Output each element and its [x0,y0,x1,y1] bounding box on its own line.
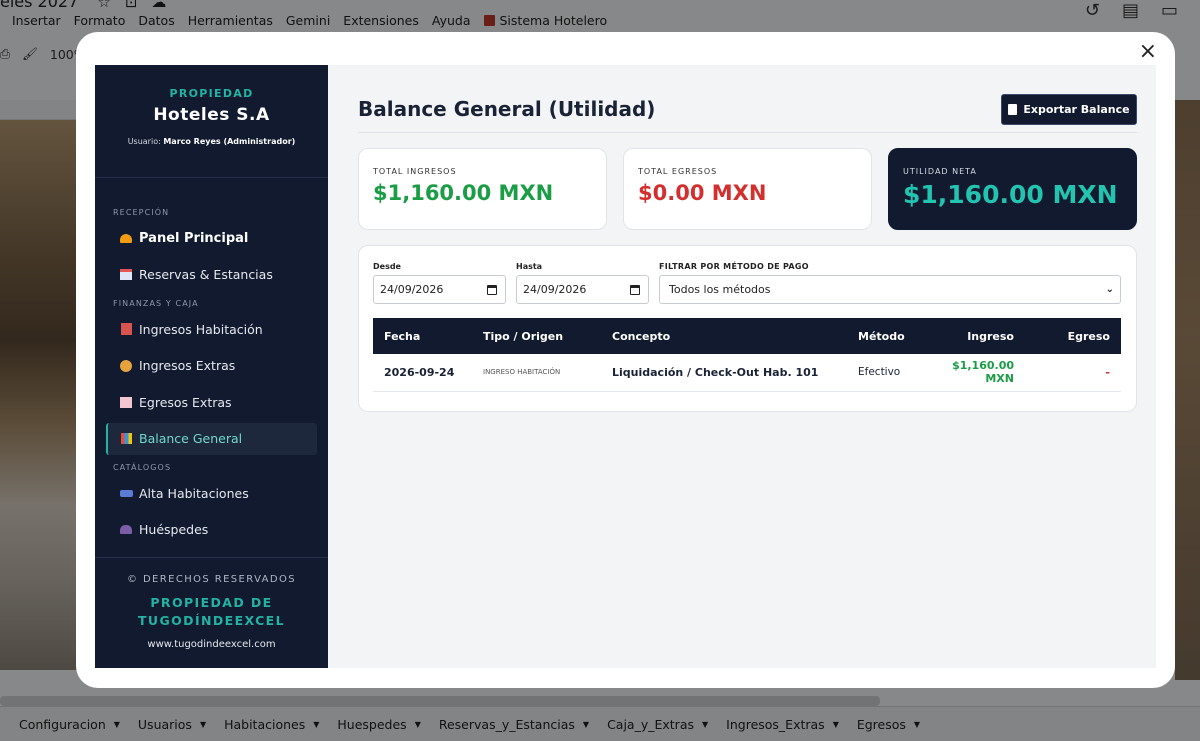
section-reception: RECEPCIÓN [113,208,170,217]
sidebar-item-ingresos-habitacion[interactable]: Ingresos Habitación [106,313,317,345]
copyright: © DERECHOS RESERVADOS [126,574,297,585]
sidebar-item-balance-general[interactable]: Balance General [106,422,317,455]
from-date-input[interactable]: 24/09/2026 [373,275,506,304]
balance-table: Fecha Tipo / Origen Concepto Método Ingr… [373,318,1121,392]
page-header: Balance General (Utilidad) Exportar Bala… [358,65,1137,133]
payment-method-group: FILTRAR POR MÉTODO DE PAGO Todos los mét… [659,262,1121,304]
hotel-system-modal: × PROPIEDAD Hoteles S.A Usuario: Marco R… [76,32,1175,688]
bell-icon [119,232,133,244]
col-tipo-origen[interactable]: Tipo / Origen [472,318,601,354]
from-date-group: Desde 24/09/2026 [373,262,506,304]
cell-tipo: INGRESO HABITACIÓN [472,354,601,392]
col-concepto[interactable]: Concepto [601,318,847,354]
calendar-icon[interactable] [487,284,497,295]
total-income-value: $1,160.00 MXN [373,181,554,205]
current-user: Usuario: Marco Reyes (Administrador) [127,137,296,146]
col-egreso[interactable]: Egreso [1025,318,1121,354]
to-date-input[interactable]: 24/09/2026 [516,275,649,304]
section-finance: FINANZAS Y CAJA [113,299,199,308]
summary-cards: TOTAL INGRESOS $1,160.00 MXN TOTAL EGRES… [358,148,1137,230]
sidebar-item-ingresos-extras[interactable]: Ingresos Extras [106,350,317,382]
page-title: Balance General (Utilidad) [358,97,656,121]
net-profit-label: UTILIDAD NETA [903,167,977,176]
export-balance-button[interactable]: Exportar Balance [1001,94,1137,125]
sidebar-footer: © DERECHOS RESERVADOS PROPIEDAD DE TUGOD… [95,557,328,650]
users-icon [119,524,133,536]
sidebar-nav: RECEPCIÓN Panel Principal Reservas & Est… [95,204,328,546]
hotel-icon [119,323,133,335]
user-name: Marco Reyes (Administrador) [163,137,296,146]
sidebar-item-reservas[interactable]: Reservas & Estancias [106,259,317,291]
cell-metodo: Efectivo [847,354,929,392]
col-fecha[interactable]: Fecha [373,318,472,354]
sidebar-item-huespedes[interactable]: Huéspedes [106,514,317,546]
table-row[interactable]: 2026-09-24 INGRESO HABITACIÓN Liquidació… [373,354,1121,392]
payment-method-label: FILTRAR POR MÉTODO DE PAGO [659,262,809,271]
section-catalogs: CATÁLOGOS [113,463,172,472]
calendar-icon [119,269,133,281]
sidebar-item-alta-habitaciones[interactable]: Alta Habitaciones [106,477,317,509]
sidebar-header: PROPIEDAD Hoteles S.A Usuario: Marco Rey… [95,65,328,178]
total-income-label: TOTAL INGRESOS [373,167,457,176]
to-date-group: Hasta 24/09/2026 [516,262,649,304]
transactions-panel: Desde 24/09/2026 Hasta 24/09/2026 FILTRA… [358,245,1137,412]
app-frame: PROPIEDAD Hoteles S.A Usuario: Marco Rey… [95,65,1156,668]
total-income-card: TOTAL INGRESOS $1,160.00 MXN [358,148,607,230]
close-icon[interactable]: × [1139,40,1157,64]
total-expense-value: $0.00 MXN [638,181,767,205]
cell-concepto: Liquidación / Check-Out Hab. 101 [601,354,847,392]
main-content: Balance General (Utilidad) Exportar Bala… [328,65,1156,668]
cell-ingreso: $1,160.00 MXN [929,354,1025,392]
net-profit-value: $1,160.00 MXN [903,180,1118,209]
from-date-label: Desde [373,262,401,271]
money-bag-icon [119,359,133,372]
cell-egreso: - [1025,354,1121,392]
website-link[interactable]: www.tugodindeexcel.com [95,639,328,650]
col-ingreso[interactable]: Ingreso [929,318,1025,354]
document-icon [1008,104,1018,115]
company-name: Hoteles S.A [153,105,270,125]
sidebar: PROPIEDAD Hoteles S.A Usuario: Marco Rey… [95,65,328,668]
net-profit-card: UTILIDAD NETA $1,160.00 MXN [888,148,1137,230]
sidebar-item-egresos-extras[interactable]: Egresos Extras [106,386,317,418]
property-kicker: PROPIEDAD [169,87,254,100]
to-date-label: Hasta [516,262,543,271]
table-header-row: Fecha Tipo / Origen Concepto Método Ingr… [373,318,1121,354]
bed-icon [119,487,133,499]
chevron-down-icon: ⌄ [1105,284,1114,295]
cell-fecha: 2026-09-24 [373,354,472,392]
filters-row: Desde 24/09/2026 Hasta 24/09/2026 FILTRA… [373,262,1121,304]
sidebar-item-panel-principal[interactable]: Panel Principal [106,222,317,254]
chart-down-icon [119,396,133,408]
total-expense-label: TOTAL EGRESOS [638,167,718,176]
col-metodo[interactable]: Método [847,318,929,354]
bar-chart-icon [119,433,133,445]
payment-method-select[interactable]: Todos los métodos ⌄ [659,275,1121,304]
total-expense-card: TOTAL EGRESOS $0.00 MXN [623,148,872,230]
calendar-icon[interactable] [630,284,640,295]
property-owner: PROPIEDAD DE TUGODÍNDEEXCEL [138,595,285,628]
